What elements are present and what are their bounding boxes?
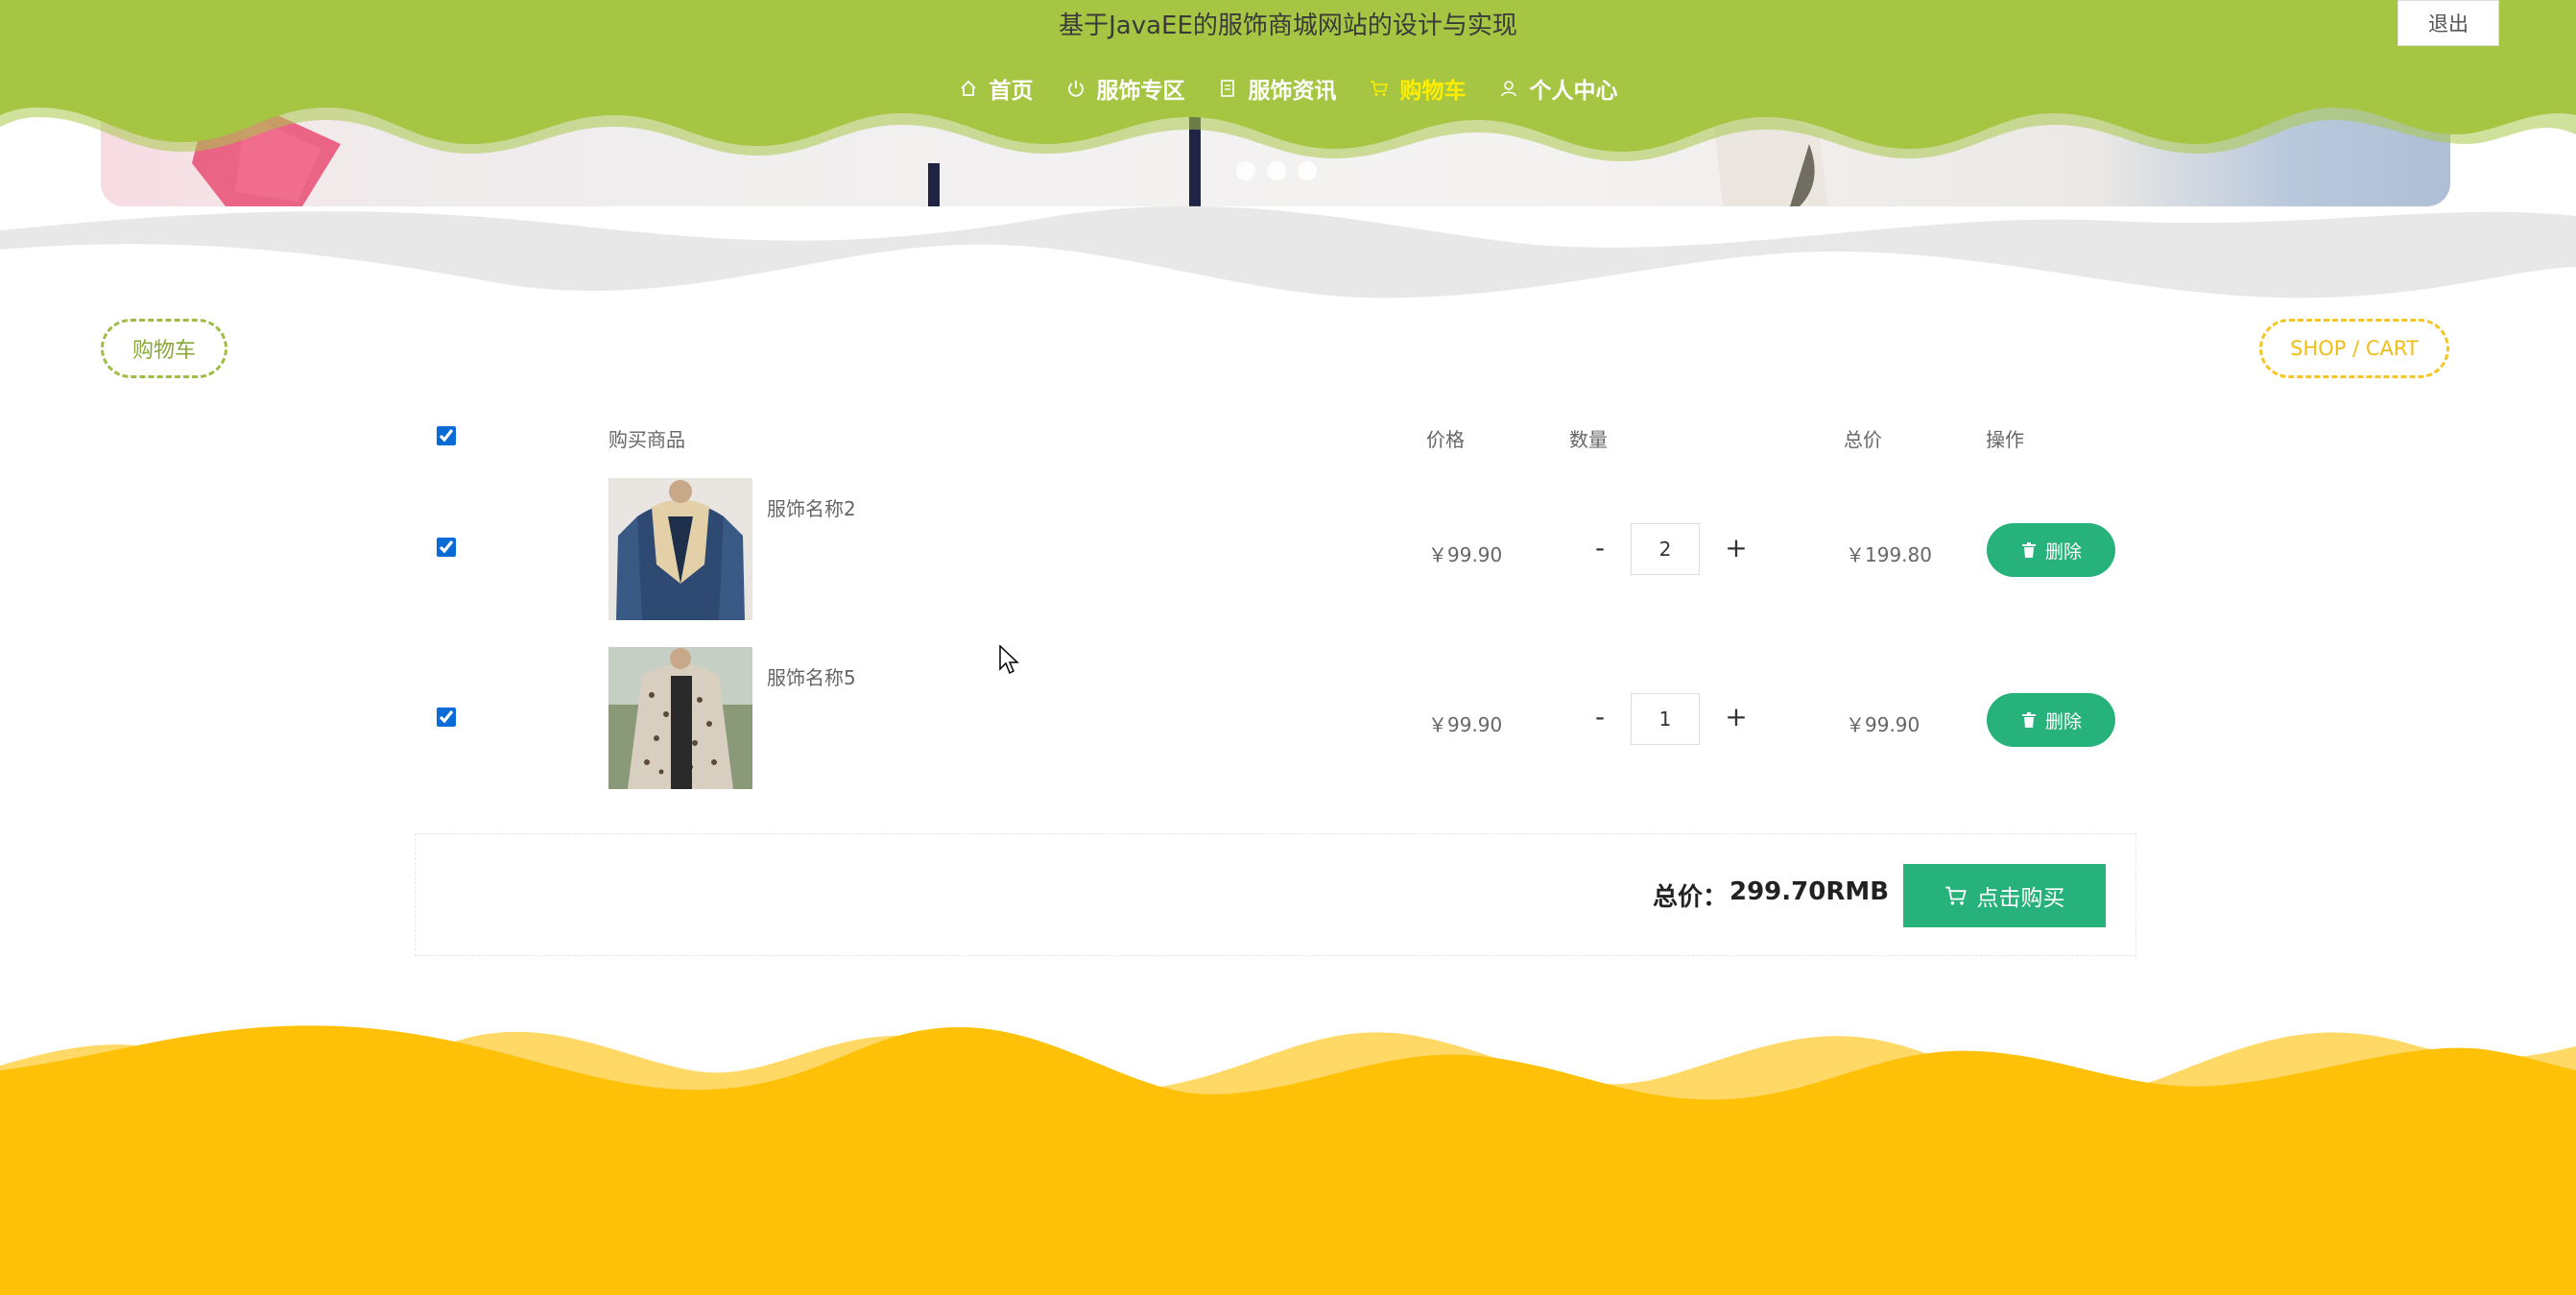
quantity-input[interactable] (1631, 693, 1700, 745)
carousel-indicators[interactable] (1236, 161, 1317, 180)
select-all-checkbox[interactable] (437, 426, 456, 445)
user-icon (1500, 81, 1516, 97)
nav-item-profile[interactable]: 个人中心 (1499, 72, 1618, 105)
nav-item-news[interactable]: 服饰资讯 (1218, 72, 1337, 105)
cloud-divider (0, 205, 2576, 317)
home-icon (960, 80, 976, 96)
mouse-cursor-icon (999, 645, 1019, 675)
product-name[interactable]: 服饰名称5 (767, 662, 856, 690)
carousel-dot[interactable] (1298, 161, 1317, 180)
header-price: 价格 (1426, 428, 1465, 451)
product-image (608, 478, 752, 620)
checkout-button[interactable]: 点击购买 (1903, 864, 2106, 927)
quantity-input[interactable] (1631, 523, 1700, 575)
header-action: 操作 (1986, 428, 2024, 451)
site-title: 基于JavaEE的服饰商城网站的设计与实现 (1059, 12, 1517, 40)
header-quantity: 数量 (1569, 428, 1608, 451)
header-product: 购买商品 (608, 428, 685, 451)
main-nav: 首页 服饰专区 服饰资讯 购物车 个人中心 (0, 69, 2576, 108)
delete-label: 删除 (2044, 540, 2082, 563)
total-value: 299.70RMB (1729, 877, 1890, 906)
section-title-cn: 购物车 (101, 319, 227, 378)
product-name[interactable]: 服饰名称2 (767, 493, 856, 521)
item-subtotal: ￥199.80 (1846, 543, 1932, 566)
delete-label: 删除 (2044, 710, 2082, 732)
carousel-dot[interactable] (1236, 161, 1255, 180)
header-total: 总价 (1844, 428, 1882, 451)
quantity-decrease-button[interactable]: - (1586, 701, 1614, 732)
nav-item-home[interactable]: 首页 (959, 72, 1034, 105)
nav-label: 购物车 (1399, 79, 1467, 104)
delete-button[interactable]: 删除 (1987, 523, 2115, 577)
product-image (608, 647, 752, 789)
item-checkbox[interactable] (437, 707, 456, 727)
quantity-increase-button[interactable]: + (1722, 701, 1751, 732)
nav-label: 服饰专区 (1096, 79, 1185, 104)
nav-item-clothing[interactable]: 服饰专区 (1066, 72, 1185, 105)
checkout-label: 点击购买 (1976, 886, 2065, 911)
nav-label: 服饰资讯 (1248, 79, 1337, 104)
unit-price: ￥99.90 (1428, 713, 1503, 736)
total-label: 总价： (1653, 883, 1729, 912)
item-subtotal: ￥99.90 (1846, 713, 1920, 736)
footer-background (0, 1025, 2576, 1295)
section-title-en: SHOP / CART (2259, 319, 2449, 378)
item-checkbox[interactable] (437, 538, 456, 557)
logout-button[interactable]: 退出 (2397, 0, 2499, 46)
cart-icon (1944, 886, 1967, 905)
trash-icon (2021, 712, 2036, 728)
power-icon (1067, 81, 1084, 97)
unit-price: ￥99.90 (1428, 543, 1503, 566)
nav-label: 个人中心 (1529, 79, 1618, 104)
nav-label: 首页 (989, 79, 1034, 104)
nav-item-cart[interactable]: 购物车 (1370, 72, 1467, 105)
quantity-decrease-button[interactable]: - (1586, 532, 1614, 564)
trash-icon (2021, 542, 2036, 558)
document-icon (1220, 80, 1234, 97)
carousel-dot[interactable] (1267, 161, 1286, 180)
delete-button[interactable]: 删除 (1987, 693, 2115, 747)
quantity-increase-button[interactable]: + (1722, 532, 1751, 564)
cart-icon (1370, 81, 1388, 96)
